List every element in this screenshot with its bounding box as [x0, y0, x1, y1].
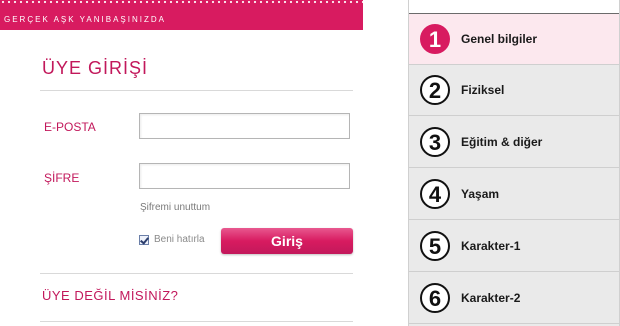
- steps-header: [409, 0, 619, 14]
- banner-dot-pattern: [0, 0, 363, 4]
- not-member-heading: ÜYE DEĞİL MİSİNİZ?: [42, 288, 179, 303]
- step-label: Fiziksel: [461, 83, 505, 97]
- login-panel: ÜYE GİRİŞİ E-POSTA ŞİFRE Şifremi unuttum…: [0, 30, 363, 326]
- step-number-3: 3: [420, 127, 450, 157]
- bottom-divider: [40, 321, 353, 322]
- step-label: Genel bilgiler: [461, 32, 538, 46]
- section-divider: [40, 273, 353, 274]
- email-field[interactable]: [139, 113, 350, 139]
- step-item-karakter-2[interactable]: 6 Karakter-2: [409, 273, 619, 324]
- step-item-egitim[interactable]: 3 Eğitim & diğer: [409, 117, 619, 168]
- step-item-yasam[interactable]: 4 Yaşam: [409, 169, 619, 220]
- step-number-2: 2: [420, 75, 450, 105]
- password-field[interactable]: [139, 163, 350, 189]
- remember-label: Beni hatırla: [154, 234, 205, 245]
- step-label: Eğitim & diğer: [461, 135, 543, 149]
- step-number-6: 6: [420, 283, 450, 313]
- step-number-5: 5: [420, 231, 450, 261]
- step-label: Karakter-2: [461, 291, 521, 305]
- step-item-fiziksel[interactable]: 2 Fiziksel: [409, 65, 619, 116]
- login-button[interactable]: Giriş: [221, 228, 353, 254]
- remember-checkbox[interactable]: [139, 234, 149, 245]
- step-number-1: 1: [420, 24, 450, 54]
- remember-me[interactable]: Beni hatırla: [139, 234, 205, 245]
- step-item-karakter-1[interactable]: 5 Karakter-1: [409, 221, 619, 272]
- registration-steps: 1 Genel bilgiler 2 Fiziksel 3 Eğitim & d…: [408, 0, 620, 326]
- banner-tagline: GERÇEK AŞK YANIBAŞINIZDA: [4, 15, 166, 24]
- step-number-4: 4: [420, 179, 450, 209]
- step-label: Yaşam: [461, 187, 500, 201]
- step-label: Karakter-1: [461, 239, 521, 253]
- forgot-password-link[interactable]: Şifremi unuttum: [140, 202, 210, 213]
- password-label: ŞİFRE: [44, 171, 80, 185]
- title-divider: [40, 90, 353, 91]
- step-item-genel-bilgiler[interactable]: 1 Genel bilgiler: [409, 14, 619, 65]
- login-title: ÜYE GİRİŞİ: [42, 58, 149, 78]
- email-label: E-POSTA: [44, 120, 96, 134]
- top-banner: GERÇEK AŞK YANIBAŞINIZDA: [0, 0, 363, 30]
